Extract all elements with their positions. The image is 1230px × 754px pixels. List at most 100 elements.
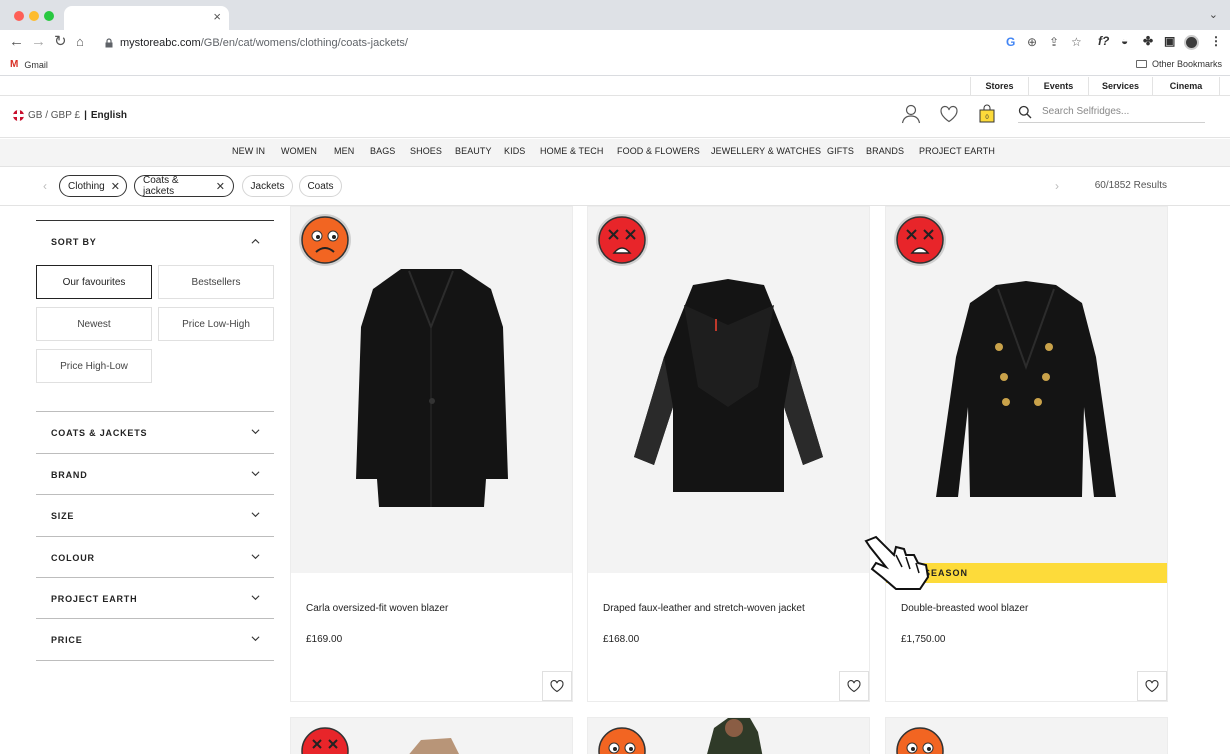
nav-brands[interactable]: BRANDS — [866, 146, 904, 156]
bookmarks-bar: M Gmail Other Bookmarks — [0, 56, 1230, 76]
forward-icon[interactable]: → — [31, 33, 46, 51]
filter-colour[interactable]: COLOUR — [36, 536, 274, 577]
product-image[interactable] — [291, 207, 572, 573]
product-card[interactable]: Carla oversized-fit woven blazer £169.00 — [290, 206, 573, 702]
nav-men[interactable]: MEN — [334, 146, 354, 156]
chip-coats-jackets[interactable]: Coats & jackets ✕ — [134, 175, 234, 197]
util-link-events[interactable]: Events — [1028, 77, 1088, 96]
zoom-icon[interactable]: ⊕ — [1027, 35, 1037, 49]
chip-coats[interactable]: Coats — [299, 175, 342, 197]
maximize-window-button[interactable] — [44, 11, 54, 21]
sort-price-low-high-button[interactable]: Price Low-High — [158, 307, 274, 341]
nav-bags[interactable]: BAGS — [370, 146, 395, 156]
sort-bestsellers-button[interactable]: Bestsellers — [158, 265, 274, 299]
other-bookmarks-label: Other Bookmarks — [1151, 59, 1222, 69]
chip-jackets[interactable]: Jackets — [242, 175, 293, 197]
nav-jewellery-watches[interactable]: JEWELLERY & WATCHES — [711, 146, 821, 156]
share-icon[interactable]: ⇪ — [1049, 35, 1059, 49]
nav-project-earth[interactable]: PROJECT EARTH — [919, 146, 995, 156]
folder-icon — [1135, 60, 1147, 68]
sort-by-header[interactable]: SORT BY — [36, 220, 274, 262]
chip-clothing-remove-icon[interactable]: ✕ — [111, 180, 120, 193]
google-icon[interactable]: G — [1006, 35, 1015, 49]
nav-kids[interactable]: KIDS — [504, 146, 525, 156]
product-image[interactable] — [588, 207, 869, 573]
nav-gifts[interactable]: GIFTS — [827, 146, 854, 156]
url-host: mystoreabc.com — [120, 36, 201, 49]
side-panel-icon[interactable]: ▣ — [1164, 34, 1175, 48]
product-price: £169.00 — [306, 634, 343, 645]
home-icon[interactable]: ⌂ — [76, 33, 84, 51]
util-link-stores[interactable]: Stores — [970, 77, 1028, 96]
site-search[interactable]: Search Selfridges... — [1018, 101, 1205, 123]
product-image[interactable] — [886, 207, 1167, 573]
back-icon[interactable]: ← — [9, 33, 24, 51]
locale-currency: GB / GBP £ — [28, 110, 81, 121]
sort-newest-button[interactable]: Newest — [36, 307, 152, 341]
product-card[interactable]: Draped faux-leather and stretch-woven ja… — [587, 206, 870, 702]
filter-brand[interactable]: BRAND — [36, 453, 274, 494]
sort-price-high-low-button[interactable]: Price High-Low — [36, 349, 152, 383]
dead-face-emoji — [894, 214, 946, 266]
chevron-down-icon — [251, 429, 260, 435]
chip-coats-jackets-remove-icon[interactable]: ✕ — [216, 180, 225, 193]
nav-women[interactable]: WOMEN — [281, 146, 317, 156]
bookmark-gmail[interactable]: M Gmail — [10, 59, 48, 70]
add-to-wishlist-button[interactable] — [542, 671, 572, 701]
nav-beauty[interactable]: BEAUTY — [455, 146, 492, 156]
search-icon — [1018, 105, 1032, 118]
filter-coats-jackets[interactable]: COATS & JACKETS — [36, 411, 274, 452]
product-card[interactable] — [587, 717, 870, 754]
product-name[interactable]: Carla oversized-fit woven blazer — [306, 603, 448, 614]
filter-price[interactable]: PRICE — [36, 618, 274, 659]
add-to-wishlist-button[interactable] — [839, 671, 869, 701]
shopping-bag-icon[interactable]: 0 — [976, 103, 998, 125]
chip-coats-label: Coats — [307, 180, 334, 192]
reload-icon[interactable]: ↻ — [54, 33, 67, 51]
menu-kebab-icon[interactable]: ⋮ — [1210, 34, 1222, 48]
extension-glasses-icon[interactable]: ◒ — [1121, 34, 1128, 48]
sort-our-favourites-button[interactable]: Our favourites — [36, 265, 152, 299]
other-bookmarks[interactable]: Other Bookmarks — [1135, 59, 1222, 69]
account-icon[interactable] — [900, 103, 922, 125]
heart-icon — [550, 680, 564, 693]
chips-next-chevron-icon[interactable]: › — [1055, 179, 1059, 193]
nav-shoes[interactable]: SHOES — [410, 146, 442, 156]
chips-prev-chevron-icon[interactable]: ‹ — [43, 179, 47, 193]
locale-language: English — [90, 110, 127, 121]
filter-project-earth[interactable]: PROJECT EARTH — [36, 577, 274, 618]
extensions-puzzle-icon[interactable]: ✤ — [1143, 34, 1153, 48]
chip-clothing[interactable]: Clothing ✕ — [59, 175, 127, 197]
tab-search-chevron-icon[interactable]: ⌄ — [1209, 8, 1218, 21]
product-price: £1,750.00 — [901, 634, 946, 645]
locale-selector[interactable]: GB / GBP £ | English — [13, 110, 127, 121]
browser-window: × ⌄ ← → ↻ ⌂ mystoreabc.com/GB/en/cat/wom… — [0, 0, 1230, 754]
product-name[interactable]: Draped faux-leather and stretch-woven ja… — [603, 603, 805, 614]
extension-f-icon[interactable]: f? — [1098, 34, 1109, 48]
nav-food-flowers[interactable]: FOOD & FLOWERS — [617, 146, 700, 156]
util-link-services[interactable]: Services — [1088, 77, 1152, 96]
locale-separator: | — [84, 110, 87, 121]
close-window-button[interactable] — [14, 11, 24, 21]
add-to-wishlist-button[interactable] — [1137, 671, 1167, 701]
results-count: 60/1852 Results — [1094, 180, 1167, 191]
product-name[interactable]: Double-breasted wool blazer — [901, 603, 1028, 614]
product-card[interactable] — [290, 717, 573, 754]
address-bar[interactable]: mystoreabc.com/GB/en/cat/womens/clothing… — [98, 32, 1094, 53]
util-link-cinema[interactable]: Cinema — [1152, 77, 1220, 96]
browser-tab[interactable]: × — [64, 6, 229, 30]
nav-new-in[interactable]: NEW IN — [232, 146, 265, 156]
minimize-window-button[interactable] — [29, 11, 39, 21]
bookmark-star-icon[interactable]: ☆ — [1071, 35, 1082, 49]
wishlist-heart-icon[interactable] — [938, 103, 960, 125]
filter-size[interactable]: SIZE — [36, 494, 274, 535]
product-card[interactable]: SEASON Double-breasted wool blazer £1,75… — [885, 206, 1168, 702]
filter-chip-bar: ‹ Clothing ✕ Coats & jackets ✕ Jackets C… — [0, 168, 1230, 206]
utility-bar: Stores Events Services Cinema — [0, 77, 1230, 96]
product-card[interactable] — [885, 717, 1168, 754]
heart-icon — [847, 680, 861, 693]
nav-home-tech[interactable]: HOME & TECH — [540, 146, 603, 156]
url-path: /GB/en/cat/womens/clothing/coats-jackets… — [200, 36, 408, 49]
profile-avatar[interactable] — [1184, 35, 1199, 50]
tab-close-icon[interactable]: × — [213, 10, 221, 24]
